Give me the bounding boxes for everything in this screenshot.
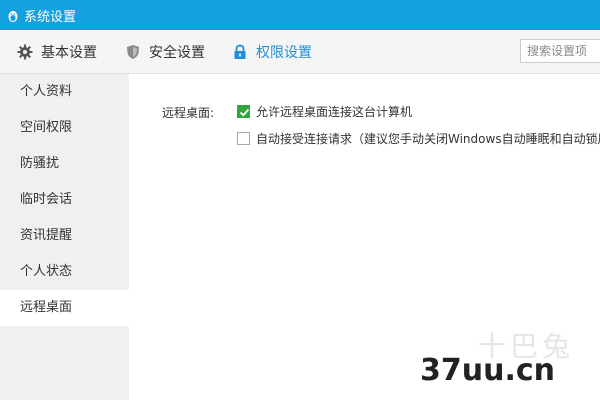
tab-label: 安全设置	[149, 44, 205, 61]
window-title: 系统设置	[24, 9, 77, 25]
auto-accept-checkbox[interactable]	[237, 132, 250, 145]
section-label: 远程桌面:	[162, 106, 215, 120]
tab-security-settings[interactable]: 安全设置	[125, 30, 205, 73]
tab-permission-settings[interactable]: 权限设置	[232, 30, 312, 73]
sidebar-item-news-reminder[interactable]: 资讯提醒	[0, 218, 129, 254]
sidebar: 个人资料 空间权限 防骚扰 临时会话 资讯提醒 个人状态 远程桌面	[0, 74, 129, 400]
title-bar: 系统设置	[0, 0, 600, 30]
allow-remote-desktop-option[interactable]: 允许远程桌面连接这台计算机	[237, 103, 412, 120]
shield-icon	[125, 44, 141, 60]
gear-icon	[17, 44, 33, 60]
tab-label: 权限设置	[256, 44, 312, 61]
watermark: 37uu.cn	[420, 353, 555, 388]
tab-basic-settings[interactable]: 基本设置	[17, 30, 97, 73]
lock-icon	[232, 44, 248, 60]
option-label: 允许远程桌面连接这台计算机	[256, 105, 413, 119]
search-input[interactable]	[520, 39, 600, 63]
sidebar-item-profile[interactable]: 个人资料	[0, 74, 129, 110]
sidebar-item-remote-desktop[interactable]: 远程桌面	[0, 290, 129, 326]
tab-label: 基本设置	[41, 44, 97, 61]
sidebar-item-temp-session[interactable]: 临时会话	[0, 182, 129, 218]
sidebar-item-anti-harassment[interactable]: 防骚扰	[0, 146, 129, 182]
sidebar-item-personal-status[interactable]: 个人状态	[0, 254, 129, 290]
allow-remote-desktop-checkbox[interactable]	[237, 105, 250, 118]
auto-accept-option[interactable]: 自动接受连接请求（建议您手动关闭Windows自动睡眠和自动锁屏	[237, 130, 600, 147]
option-label: 自动接受连接请求（建议您手动关闭Windows自动睡眠和自动锁屏	[256, 132, 600, 146]
settings-toolbar: 基本设置 安全设置 权限设置	[0, 30, 600, 74]
sidebar-item-space-permission[interactable]: 空间权限	[0, 110, 129, 146]
penguin-icon	[6, 8, 20, 22]
check-icon	[239, 108, 250, 117]
